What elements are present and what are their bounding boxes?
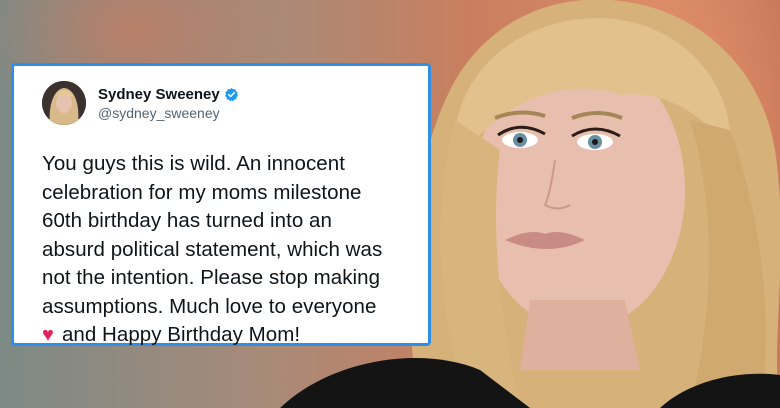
handle[interactable]: @sydney_sweeney bbox=[98, 105, 239, 121]
name-row: Sydney Sweeney bbox=[98, 86, 239, 103]
tweet-line-last-text: and Happy Birthday Mom! bbox=[61, 323, 301, 346]
tweet-line: celebration for my moms milestone bbox=[42, 180, 362, 204]
tweet-line-last: ♥ and Happy Birthday Mom! bbox=[42, 321, 410, 350]
tweet-line: You guys this is wild. An innocent bbox=[42, 152, 345, 175]
tweet-text: You guys this is wild. An innocent celeb… bbox=[42, 150, 410, 350]
tweet-line: assumptions. Much love to everyone bbox=[42, 294, 377, 318]
author-names: Sydney Sweeney @sydney_sweeney bbox=[98, 86, 239, 121]
avatar-image bbox=[42, 81, 86, 125]
avatar[interactable] bbox=[42, 81, 86, 125]
tweet-card: Sydney Sweeney @sydney_sweeney You guys … bbox=[11, 63, 431, 346]
verified-badge-icon bbox=[224, 87, 239, 102]
tweet-line: 60th birthday has turned into an bbox=[42, 209, 332, 232]
tweet-header: Sydney Sweeney @sydney_sweeney bbox=[42, 78, 410, 128]
tweet-line: absurd political statement, which was bbox=[42, 237, 383, 261]
heart-icon: ♥ bbox=[42, 324, 54, 346]
display-name[interactable]: Sydney Sweeney bbox=[98, 86, 220, 103]
tweet-line: not the intention. Please stop making bbox=[42, 266, 381, 289]
